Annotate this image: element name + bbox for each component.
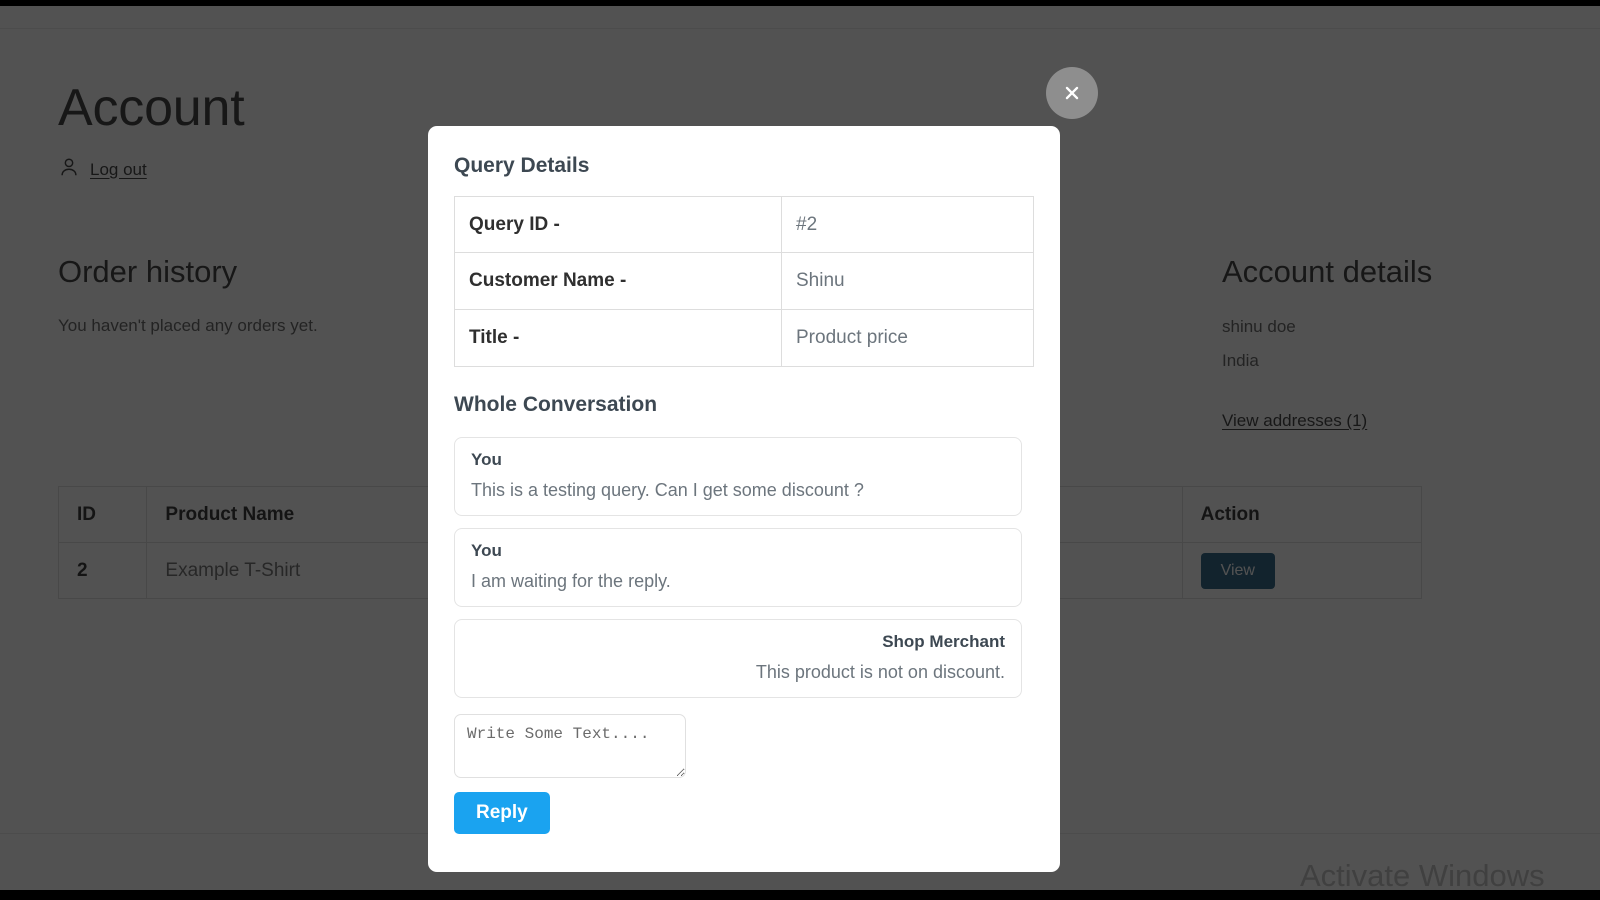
message-author: You xyxy=(471,541,502,560)
message-card: You This is a testing query. Can I get s… xyxy=(454,437,1022,516)
reply-button[interactable]: Reply xyxy=(454,792,550,834)
detail-value-query-id: #2 xyxy=(782,196,1034,253)
conversation-heading: Whole Conversation xyxy=(454,393,658,416)
message-body: This product is not on discount. xyxy=(755,662,1005,682)
detail-value-customer-name: Shinu xyxy=(782,253,1034,310)
detail-label-query-id: Query ID - xyxy=(454,196,782,253)
message-author: You xyxy=(471,450,502,469)
query-details-heading: Query Details xyxy=(454,154,590,177)
detail-row-customer-name: Customer Name - Shinu xyxy=(454,253,1034,310)
detail-label-customer-name: Customer Name - xyxy=(454,253,782,310)
detail-row-title: Title - Product price xyxy=(454,310,1034,367)
detail-row-query-id: Query ID - #2 xyxy=(454,196,1034,253)
query-details-modal: Query Details Query ID - #2 Customer Nam… xyxy=(428,126,1060,872)
detail-value-title: Product price xyxy=(782,310,1034,367)
close-icon[interactable] xyxy=(1046,67,1098,119)
detail-label-title: Title - xyxy=(454,310,782,367)
message-card: You I am waiting for the reply. xyxy=(454,528,1022,607)
message-body: I am waiting for the reply. xyxy=(471,571,671,591)
message-card: Shop Merchant This product is not on dis… xyxy=(454,619,1022,698)
query-details-table: Query ID - #2 Customer Name - Shinu Titl… xyxy=(454,196,1034,367)
message-body: This is a testing query. Can I get some … xyxy=(471,480,864,500)
message-author: Shop Merchant xyxy=(882,632,1005,651)
reply-textarea[interactable] xyxy=(454,714,686,778)
